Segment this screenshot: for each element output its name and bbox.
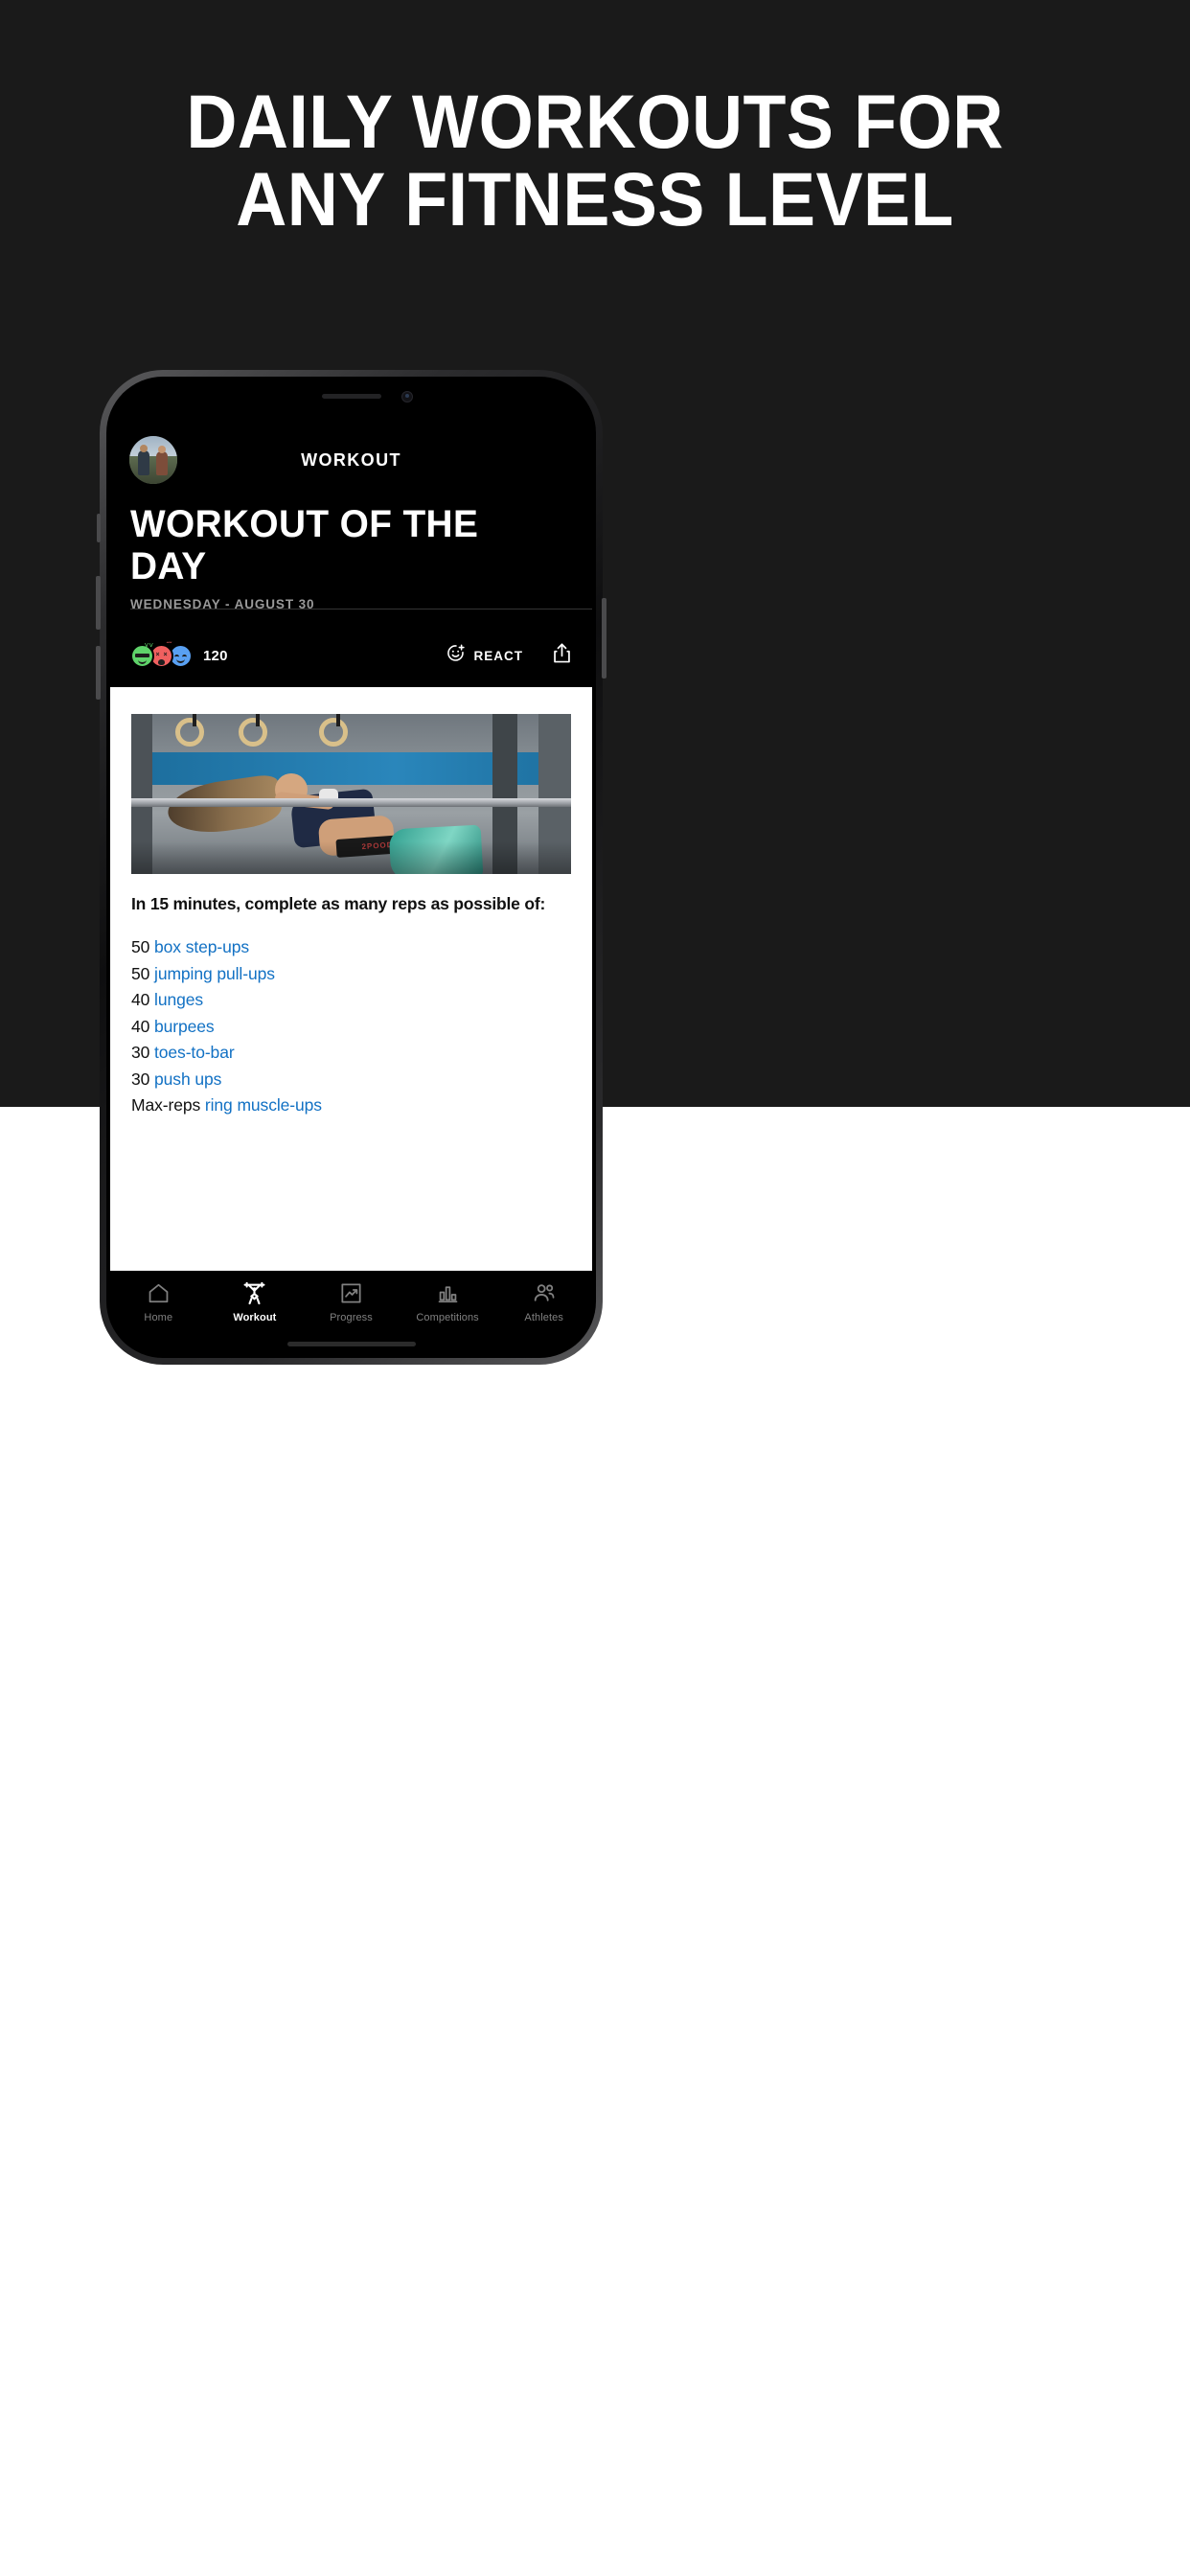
volume-up-button[interactable]: [96, 576, 101, 630]
reaction-summary[interactable]: ˅˅ ˝˝ × × 120: [130, 640, 228, 668]
phone-mockup: WORKOUT WORKOUT OF THE DAY WEDNESDAY - A…: [96, 370, 606, 1365]
sunglasses-shape: [135, 653, 149, 657]
tab-label: Home: [144, 1312, 173, 1323]
avatar[interactable]: [129, 436, 177, 484]
exercise-reps: 30: [131, 1069, 150, 1089]
smiley-plus-icon: [446, 643, 466, 668]
bar-chart-icon: [436, 1280, 460, 1305]
promo-headline: DAILY WORKOUTS FOR ANY FITNESS LEVEL: [41, 82, 1148, 238]
photo-gym-ring: [319, 714, 348, 747]
tab-workout[interactable]: Workout: [207, 1280, 304, 1323]
volume-down-button[interactable]: [96, 646, 101, 700]
phone-screen: WORKOUT WORKOUT OF THE DAY WEDNESDAY - A…: [110, 380, 592, 1354]
tab-label: Progress: [330, 1312, 373, 1323]
exercise-list: 50 box step-ups 50 jumping pull-ups 40 lun…: [131, 934, 571, 1119]
headline-line-1: DAILY WORKOUTS FOR: [186, 79, 1004, 164]
workout-content-card: 2POOD In 15 minutes, complete as many re…: [110, 687, 592, 1271]
home-icon: [147, 1280, 171, 1305]
exercise-link[interactable]: burpees: [154, 1017, 215, 1036]
photo-ring-strap: [336, 714, 340, 726]
exercise-link[interactable]: jumping pull-ups: [154, 964, 275, 983]
closed-eye-right: [182, 654, 187, 657]
exercise-reps: 40: [131, 990, 150, 1009]
chart-up-icon: [339, 1280, 363, 1305]
x-eye-left: ×: [155, 651, 160, 658]
exercise-row: 30 push ups: [131, 1067, 571, 1093]
photo-gym-ring: [239, 714, 267, 747]
exercise-reps: 30: [131, 1043, 150, 1062]
sparkle-icon: ˝˝: [166, 640, 172, 650]
x-eye-right: ×: [163, 651, 168, 658]
photo-ring-strap: [256, 714, 260, 726]
exercise-reps: 40: [131, 1016, 150, 1036]
phone-bezel: WORKOUT WORKOUT OF THE DAY WEDNESDAY - A…: [106, 377, 596, 1358]
smile-shape: [138, 659, 147, 664]
share-icon: [552, 642, 572, 669]
page-title-block: WORKOUT OF THE DAY WEDNESDAY - AUGUST 30: [110, 503, 592, 611]
front-camera-icon: [400, 391, 413, 402]
reaction-row: ˅˅ ˝˝ × × 120 REACT: [110, 624, 592, 687]
exercise-link[interactable]: lunges: [154, 990, 203, 1009]
photo-gym-ring: [175, 714, 204, 747]
workout-description: In 15 minutes, complete as many reps as …: [131, 894, 546, 913]
exercise-row: 40 burpees: [131, 1014, 571, 1041]
exercise-link[interactable]: push ups: [154, 1070, 221, 1089]
avatar-sky: [129, 436, 177, 456]
avatar-person-one-head: [140, 445, 148, 452]
app-header: WORKOUT: [110, 425, 592, 495]
tab-label: Competitions: [416, 1312, 479, 1323]
open-mouth-shape: [158, 658, 165, 665]
exercise-row: 40 lunges: [131, 987, 571, 1014]
people-icon: [532, 1280, 557, 1305]
closed-eye-left: [174, 654, 179, 657]
tab-label: Workout: [233, 1312, 277, 1323]
exercise-row: 50 jumping pull-ups: [131, 961, 571, 988]
power-button[interactable]: [602, 598, 606, 678]
avatar-person-one: [138, 450, 149, 475]
avatar-person-two: [156, 451, 168, 475]
exercise-link[interactable]: ring muscle-ups: [205, 1095, 322, 1115]
reaction-count: 120: [203, 647, 228, 664]
tab-progress[interactable]: Progress: [303, 1280, 400, 1323]
earpiece-speaker: [321, 394, 381, 399]
tab-competitions[interactable]: Competitions: [400, 1280, 496, 1323]
exercise-reps: 50: [131, 963, 150, 983]
page-title: WORKOUT OF THE DAY: [130, 503, 479, 587]
silent-switch[interactable]: [97, 514, 101, 542]
tab-label: Athletes: [524, 1312, 563, 1323]
photo-pull-up-bar: [131, 798, 571, 807]
sparkle-icon: ˅˅: [144, 640, 153, 650]
headline-line-2: ANY FITNESS LEVEL: [236, 156, 954, 242]
exercise-row: 50 box step-ups: [131, 934, 571, 961]
tab-athletes[interactable]: Athletes: [495, 1280, 592, 1323]
header-divider: [130, 609, 592, 610]
avatar-person-two-head: [158, 446, 166, 453]
react-label: REACT: [473, 648, 523, 663]
exercise-reps: 50: [131, 937, 150, 956]
workout-photo: 2POOD: [131, 714, 571, 874]
barbell-icon: [241, 1280, 267, 1305]
exercise-link[interactable]: box step-ups: [154, 937, 249, 956]
avatar-ground: [129, 456, 177, 484]
exercise-row: 30 toes-to-bar: [131, 1040, 571, 1067]
exercise-reps: Max-reps: [131, 1095, 201, 1115]
cool-face-emoji: ˅˅: [130, 640, 154, 668]
tab-home[interactable]: Home: [110, 1280, 207, 1323]
header-title: WORKOUT: [301, 449, 401, 470]
phone-notch: [257, 380, 446, 413]
share-button[interactable]: [552, 642, 572, 669]
photo-shadow-overlay: [131, 841, 571, 874]
home-indicator[interactable]: [286, 1342, 416, 1346]
exercise-link[interactable]: toes-to-bar: [154, 1043, 235, 1062]
react-button[interactable]: REACT: [446, 643, 524, 668]
photo-ring-strap: [193, 714, 196, 726]
exercise-row: Max-reps ring muscle-ups: [131, 1092, 571, 1119]
reaction-actions: REACT: [446, 642, 573, 669]
smile-shape: [176, 658, 185, 663]
